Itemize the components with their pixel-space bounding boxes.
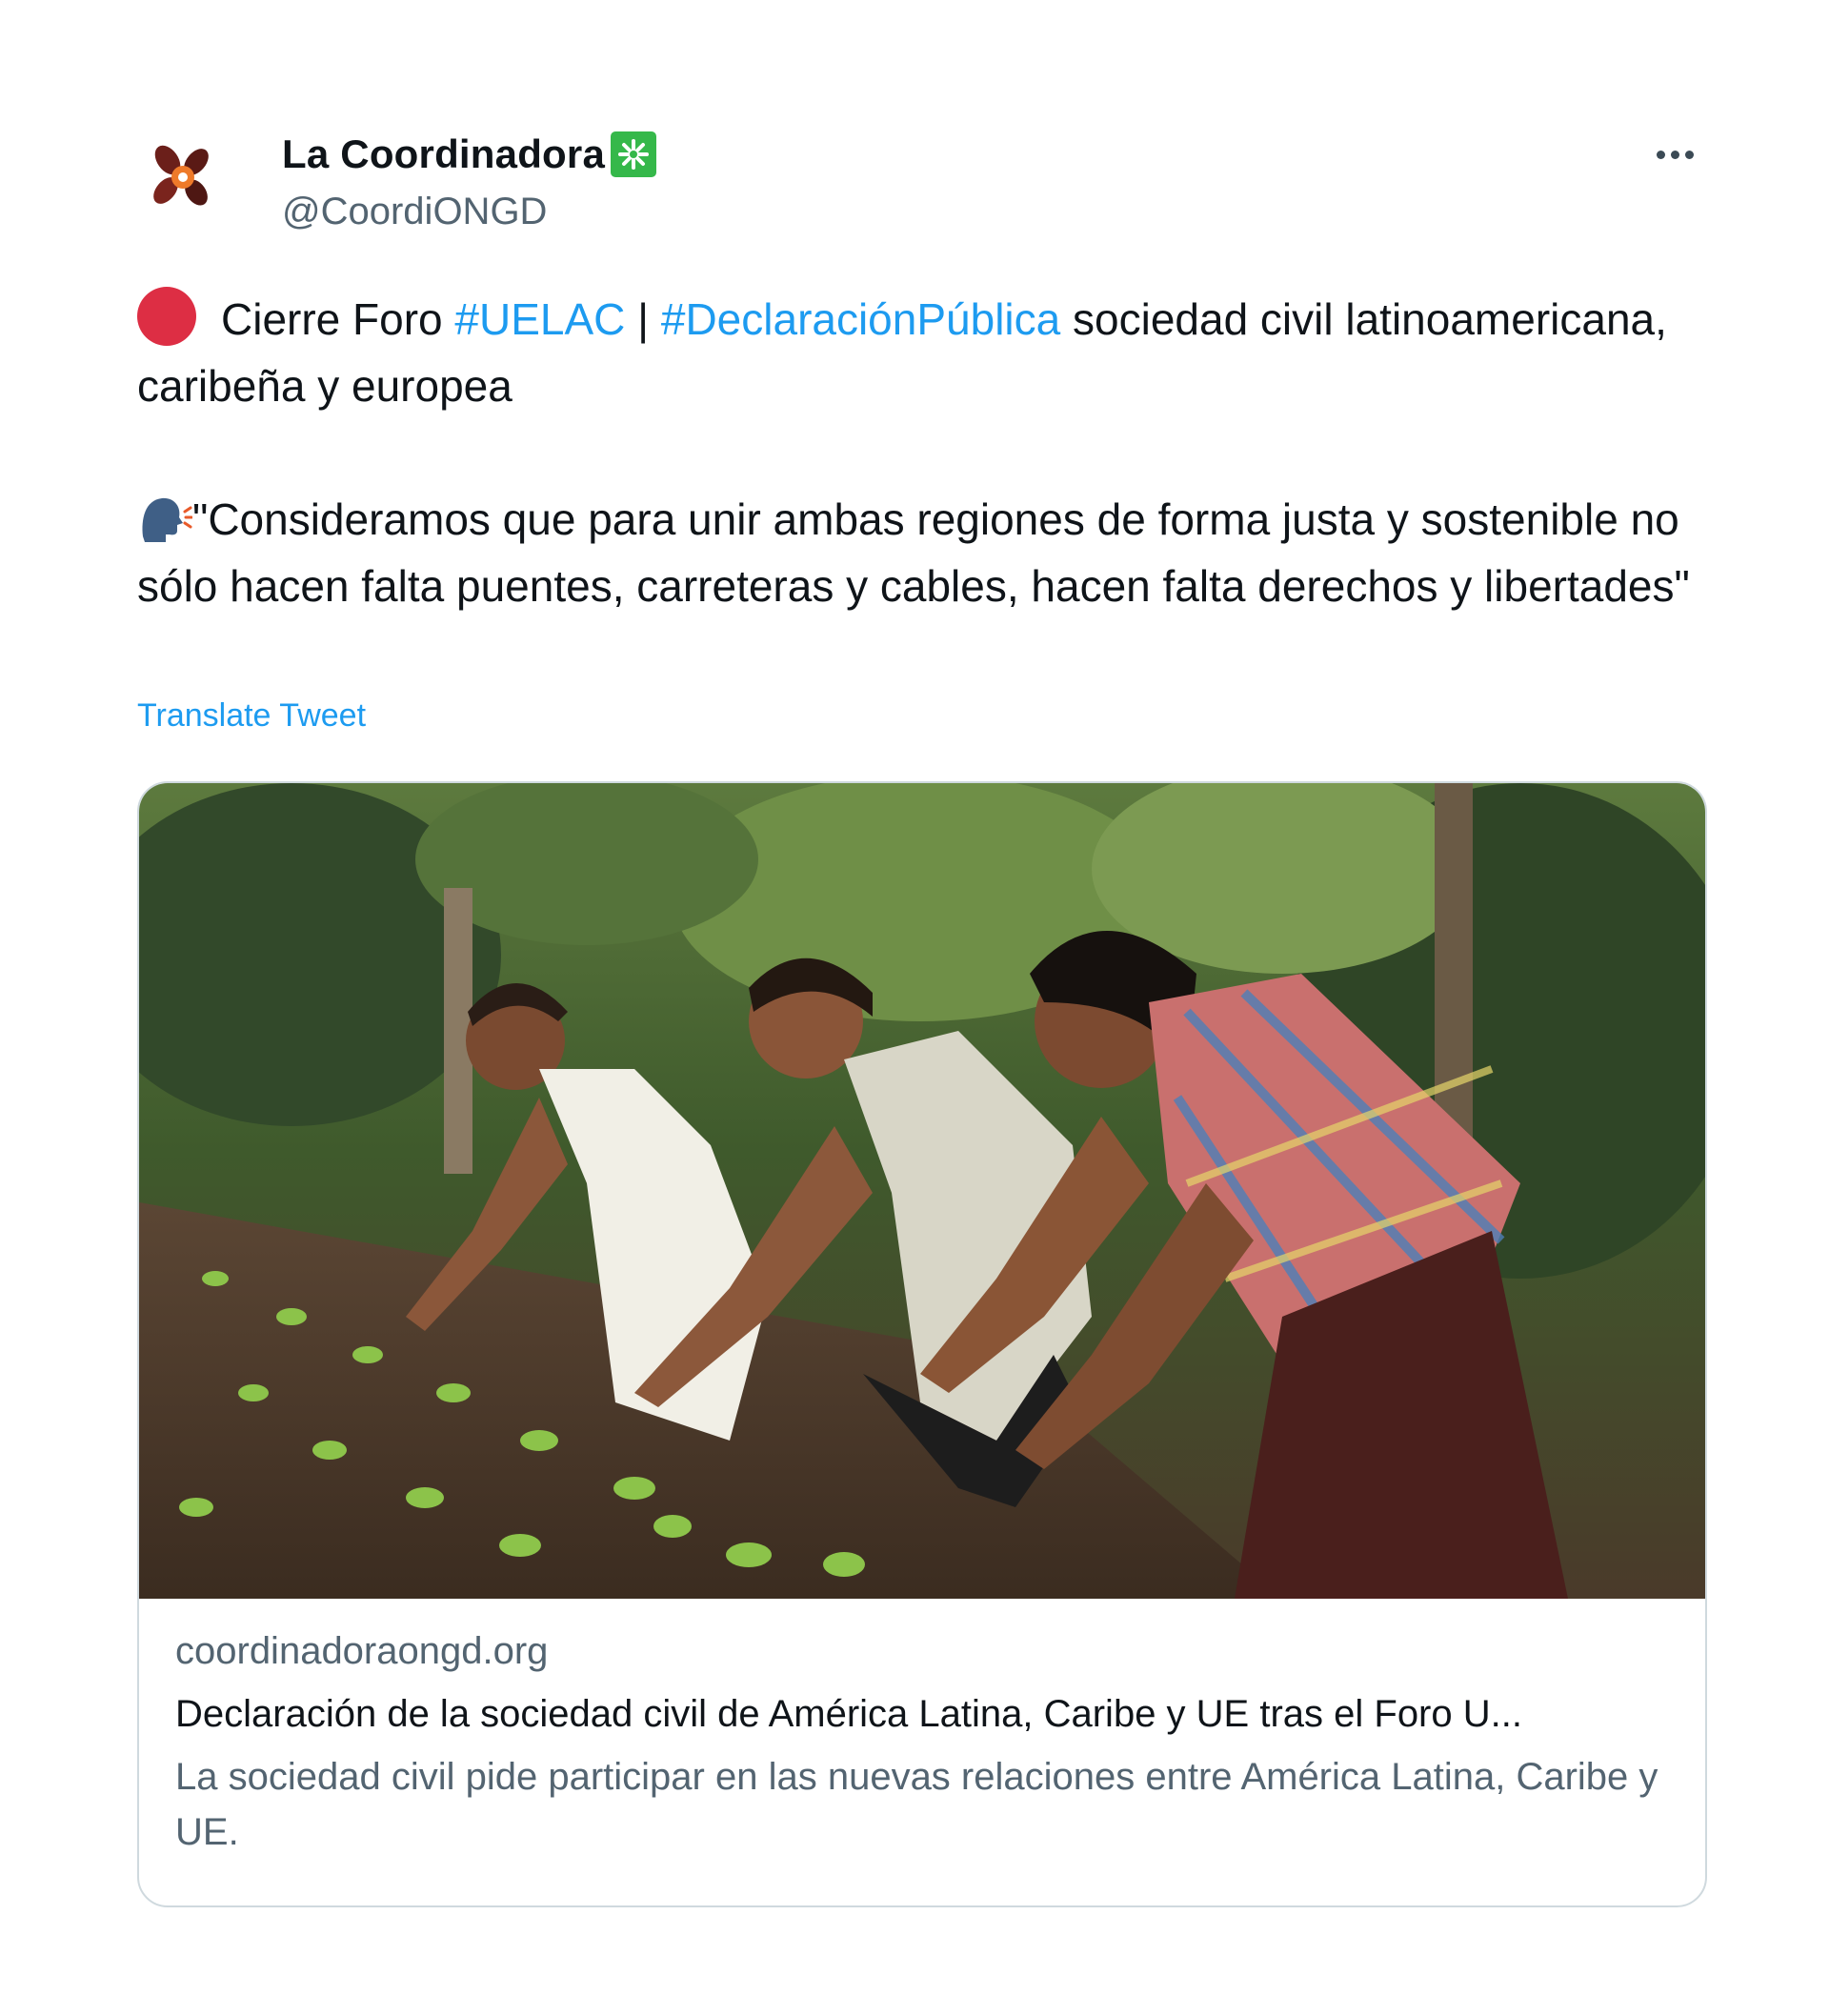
red-circle-icon	[137, 287, 196, 346]
avatar[interactable]	[137, 131, 225, 219]
more-options-button[interactable]	[1644, 135, 1705, 173]
card-description: La sociedad civil pide participar en las…	[175, 1756, 1658, 1853]
card-photo	[139, 783, 1705, 1599]
card-title: Declaración de la sociedad civil de Amér…	[175, 1693, 1522, 1735]
link-card[interactable]: coordinadoraongd.org Declaración de la s…	[137, 781, 1707, 1907]
hashtag-declaracion-publica-link[interactable]: #DeclaraciónPública	[661, 294, 1060, 344]
card-domain: coordinadoraongd.org	[175, 1630, 549, 1672]
author-name-row[interactable]: La Coordinadora	[282, 131, 657, 177]
more-dot	[1670, 150, 1679, 159]
tweet-line1-prefix: Cierre Foro	[221, 294, 443, 344]
more-horizontal-icon	[1656, 150, 1665, 159]
tweet-separator: |	[637, 294, 650, 344]
tweet-paragraph-1: Cierre Foro #UELAC | #DeclaraciónPública…	[137, 286, 1705, 419]
more-dot	[1684, 150, 1694, 159]
sparkle-badge-icon	[611, 131, 657, 177]
tweet-paragraph-2: "Consideramos que para unir ambas region…	[137, 486, 1705, 619]
card-meta: coordinadoraongd.org Declaración de la s…	[175, 1625, 1671, 1860]
author-display-name[interactable]: La Coordinadora	[282, 131, 605, 177]
hashtag-uelac-link[interactable]: #UELAC	[454, 294, 625, 344]
speaking-head-icon	[142, 497, 192, 542]
tweet-text: Cierre Foro #UELAC | #DeclaraciónPública…	[137, 286, 1705, 619]
translate-tweet-link[interactable]: Translate Tweet	[137, 697, 366, 735]
tweet-quote: "Consideramos que para unir ambas region…	[137, 494, 1690, 611]
author-handle[interactable]: @CoordiONGD	[282, 191, 547, 233]
